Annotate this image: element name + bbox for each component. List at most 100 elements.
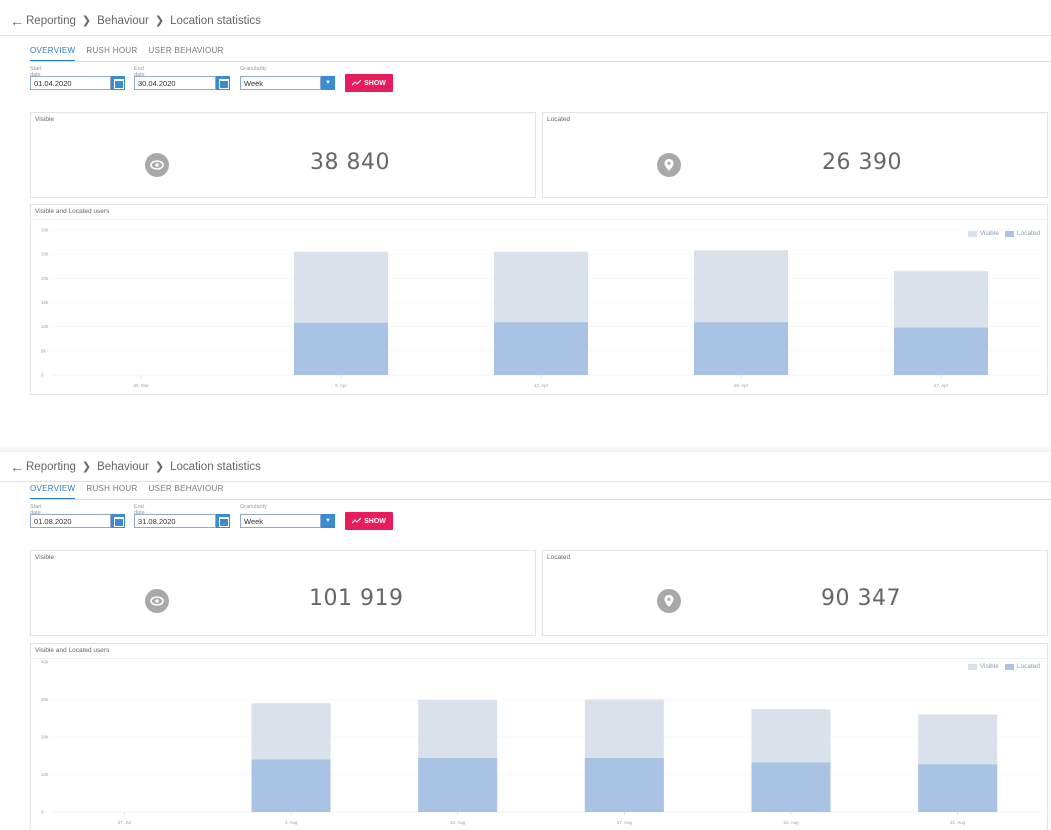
chevron-right-icon: ❯ xyxy=(81,461,92,473)
start-date-input[interactable]: 01.08.2020 xyxy=(30,514,111,528)
tab-overview[interactable]: OVERVIEW xyxy=(30,44,76,62)
show-button[interactable]: SHOW xyxy=(345,512,393,530)
visible-value: 38 840 xyxy=(310,150,390,175)
visible-card: Visible 38 840 xyxy=(30,112,536,198)
tab-user-behaviour[interactable]: USER BEHAVIOUR xyxy=(149,44,224,62)
located-value: 90 347 xyxy=(821,586,901,611)
tab-bar: OVERVIEW RUSH HOUR USER BEHAVIOUR xyxy=(30,44,235,62)
start-date-field: Start date xyxy=(30,504,42,516)
chevron-right-icon: ❯ xyxy=(81,15,92,27)
eye-icon xyxy=(145,153,169,177)
y-tick-label: 20k xyxy=(41,276,49,281)
back-arrow-icon[interactable]: ← xyxy=(10,459,26,475)
show-button-label: SHOW xyxy=(364,79,386,87)
report-panel-august: ← Reporting ❯ Behaviour ❯ Location stati… xyxy=(0,446,1051,830)
x-tick-label: 20. Apr xyxy=(734,383,749,388)
breadcrumb-location-statistics: Location statistics xyxy=(170,14,261,27)
calendar-icon[interactable] xyxy=(216,76,230,90)
end-date-input[interactable]: 31.08.2020 xyxy=(134,514,216,528)
x-tick-label: 10. Aug xyxy=(450,820,466,825)
start-date-label: Start date xyxy=(30,504,42,516)
start-date-label: Start date xyxy=(30,66,42,78)
bar-chart: 0 5k 10k 15k 20k 25k 30k 30. Mar 6. Apr 13. Apr 20… xyxy=(41,228,1041,388)
bar-located xyxy=(251,759,331,812)
y-tick-label: 0 xyxy=(41,373,44,378)
back-arrow-icon[interactable]: ← xyxy=(10,13,26,29)
x-tick-label: 17. Aug xyxy=(617,820,633,825)
bar-located xyxy=(918,764,998,812)
calendar-icon[interactable] xyxy=(216,514,230,528)
bar-located xyxy=(294,322,388,375)
tab-bar: OVERVIEW RUSH HOUR USER BEHAVIOUR xyxy=(30,482,235,500)
y-tick-label: 25k xyxy=(41,252,49,257)
bar-located xyxy=(694,322,788,375)
y-tick-label: 20k xyxy=(41,735,49,740)
breadcrumb-bar: ← Reporting ❯ Behaviour ❯ Location stati… xyxy=(0,452,1051,482)
y-tick-label: 40k xyxy=(41,660,49,665)
tabs-divider xyxy=(30,61,1051,62)
breadcrumb-reporting[interactable]: Reporting xyxy=(26,15,76,27)
end-date-label: End date xyxy=(134,504,145,516)
bar-located xyxy=(418,758,498,812)
tab-rush-hour[interactable]: RUSH HOUR xyxy=(86,482,137,500)
end-date-field: End date xyxy=(134,504,145,516)
trend-line-icon xyxy=(352,80,362,86)
chevron-right-icon: ❯ xyxy=(154,461,165,473)
granularity-select[interactable]: Week xyxy=(240,514,321,528)
tab-overview[interactable]: OVERVIEW xyxy=(30,482,76,500)
y-tick-label: 0 xyxy=(41,810,44,815)
y-tick-label: 15k xyxy=(41,300,49,305)
start-date-input[interactable]: 01.04.2020 xyxy=(30,76,111,90)
eye-icon xyxy=(145,589,169,613)
report-panel-april: ← Reporting ❯ Behaviour ❯ Location stati… xyxy=(0,6,1051,399)
show-button[interactable]: SHOW xyxy=(345,74,393,92)
y-tick-label: 10k xyxy=(41,324,49,329)
granularity-select[interactable]: Week xyxy=(240,76,321,90)
located-card: Located 90 347 xyxy=(542,550,1048,636)
calendar-icon[interactable] xyxy=(111,76,125,90)
tabs-divider xyxy=(30,499,1051,500)
located-card-title: Located xyxy=(547,554,571,561)
visible-card-title: Visible xyxy=(35,554,55,561)
end-date-label: End date xyxy=(134,66,145,78)
x-tick-label: 24. Aug xyxy=(783,820,799,825)
y-tick-label: 10k xyxy=(41,772,49,777)
located-card-title: Located xyxy=(547,116,571,123)
y-tick-label: 30k xyxy=(41,697,49,702)
granularity-label: Granularity xyxy=(240,66,267,72)
tab-user-behaviour[interactable]: USER BEHAVIOUR xyxy=(149,482,224,500)
x-tick-label: 27. Jul xyxy=(118,820,131,825)
bar-located xyxy=(584,758,664,812)
users-chart-card: Visible and Located users Visible Locate… xyxy=(30,204,1048,395)
bar-chart: 0 10k 20k 30k 40k 27. Jul 3. Aug 10. Aug 17. Aug… xyxy=(41,660,1041,825)
location-pin-icon xyxy=(657,153,681,177)
x-tick-label: 3. Aug xyxy=(285,820,298,825)
trend-line-icon xyxy=(352,518,362,524)
breadcrumb-behaviour[interactable]: Behaviour xyxy=(97,461,149,473)
x-tick-label: 13. Apr xyxy=(534,383,549,388)
bar-located xyxy=(494,322,588,375)
y-tick-label: 30k xyxy=(41,228,49,233)
dropdown-arrow-icon[interactable]: ▼ xyxy=(321,514,335,528)
dropdown-arrow-icon[interactable]: ▼ xyxy=(321,76,335,90)
located-value: 26 390 xyxy=(822,150,902,175)
x-tick-label: 31. Aug xyxy=(950,820,966,825)
breadcrumb-behaviour[interactable]: Behaviour xyxy=(97,15,149,27)
breadcrumb-bar: ← Reporting ❯ Behaviour ❯ Location stati… xyxy=(0,6,1051,36)
bar-located xyxy=(894,327,988,375)
bar-located xyxy=(751,762,831,812)
location-pin-icon xyxy=(657,589,681,613)
start-date-field: Start date xyxy=(30,66,42,78)
x-tick-label: 27. Apr xyxy=(934,383,949,388)
end-date-input[interactable]: 30.04.2020 xyxy=(134,76,216,90)
granularity-field: Granularity xyxy=(240,66,267,75)
visible-card: Visible 101 919 xyxy=(30,550,536,636)
calendar-icon[interactable] xyxy=(111,514,125,528)
users-chart-card: Visible and Located users Visible Locate… xyxy=(30,643,1048,830)
tab-rush-hour[interactable]: RUSH HOUR xyxy=(86,44,137,62)
breadcrumb-reporting[interactable]: Reporting xyxy=(26,461,76,473)
located-card: Located 26 390 xyxy=(542,112,1048,198)
granularity-field: Granularity xyxy=(240,504,267,513)
chevron-right-icon: ❯ xyxy=(154,15,165,27)
granularity-label: Granularity xyxy=(240,504,267,510)
